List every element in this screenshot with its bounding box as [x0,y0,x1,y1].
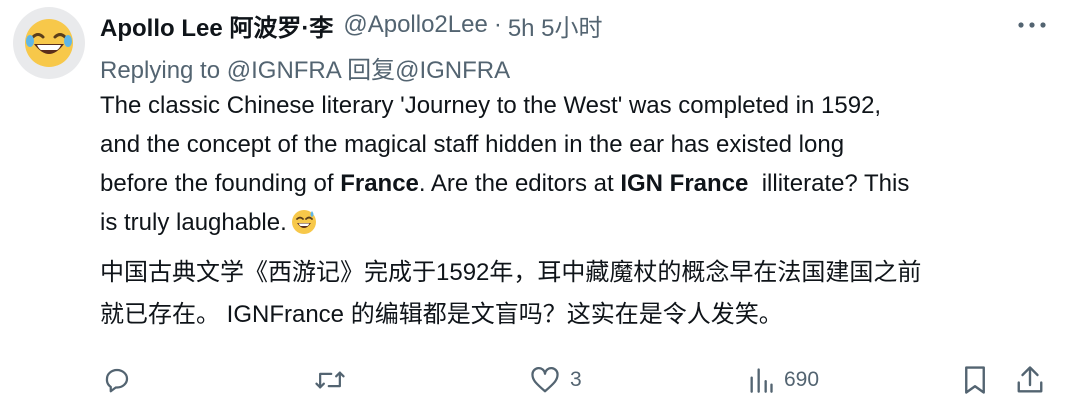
separator-dot: · [493,11,502,38]
replying-to[interactable]: Replying to @IGNFRA 回复@IGNFRA [100,50,510,85]
retweet-button[interactable] [314,360,356,400]
text-line: 中国古典文学《西游记》完成于1592年，耳中藏魔杖的概念早在法国建国之前 [100,259,922,286]
views-count: 690 [784,368,820,391]
text-segment: illiterate? This [748,170,910,197]
like-count: 3 [570,368,582,391]
views-bar-chart-icon [750,368,773,393]
text-segment: before the founding of [100,170,341,197]
avatar[interactable] [13,7,85,79]
text-line: is truly laughable. [100,203,1050,247]
bold-ign-france: IGN France [620,170,749,197]
reply-bubble-icon [105,368,129,393]
bold-france: France [340,170,419,197]
tweet-text-chinese: 中国古典文学《西游记》完成于1592年，耳中藏魔杖的概念早在法国建国之前 就已存… [100,252,1060,336]
bookmark-icon [965,366,985,394]
like-button[interactable]: 3 [530,360,582,400]
text-line: The classic Chinese literary 'Journey to… [100,92,882,119]
share-icon [1017,366,1043,393]
views-button[interactable]: 690 [748,360,819,400]
author-handle[interactable]: @Apollo2Lee [343,11,487,39]
timestamp[interactable]: 5h 5小时 [508,8,603,43]
more-options-button[interactable] [1014,13,1050,37]
heart-icon [531,367,559,393]
more-horizontal-icon [1018,22,1046,28]
text-line: before the founding of France. Are the e… [100,164,1050,203]
text-line: 就已存在。 IGNFrance 的编辑都是文盲吗？这实在是令人发笑。 [100,301,783,328]
reply-button[interactable] [102,360,142,400]
text-segment: is truly laughable. [100,209,287,236]
laughing-face-emoji-icon [25,19,73,67]
bookmark-button[interactable] [962,360,988,400]
sweat-smile-emoji-icon [291,208,317,247]
tweet-text-english: The classic Chinese literary 'Journey to… [100,86,1050,247]
text-line: and the concept of the magical staff hid… [100,131,845,158]
share-button[interactable] [1016,360,1044,400]
text-segment: . Are the editors at [418,170,621,197]
retweet-icon [315,371,345,389]
tweet-header: Apollo Lee 阿波罗·李 @Apollo2Lee · 5h 5小时 [100,8,603,42]
author-name[interactable]: Apollo Lee 阿波罗·李 [100,8,333,43]
action-bar: 3 690 [100,360,1050,400]
